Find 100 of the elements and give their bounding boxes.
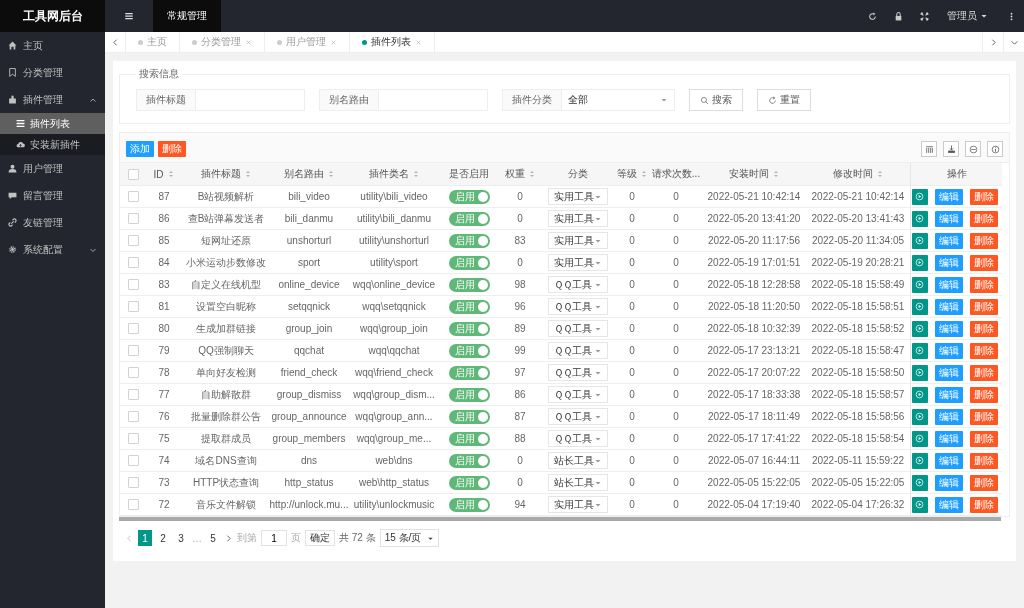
columns-button[interactable] [921,141,937,157]
confirm-button[interactable]: 确定 [305,530,335,546]
delete-button[interactable]: 删除 [969,496,998,513]
delete-button[interactable]: 删除 [969,386,998,403]
delete-button[interactable]: 删除 [969,232,998,249]
toggle-switch[interactable]: 启用 [448,431,490,446]
delete-button[interactable]: 删除 [969,254,998,271]
edit-button[interactable]: 编辑 [934,320,963,337]
delete-button[interactable]: 删除 [969,364,998,381]
edit-button[interactable]: 编辑 [934,430,963,447]
run-button[interactable] [911,474,928,491]
run-button[interactable] [911,386,928,403]
reset-button[interactable]: 重置 [757,89,811,111]
chevron-right-icon[interactable] [224,533,233,543]
run-button[interactable] [911,430,928,447]
toggle-switch[interactable]: 启用 [448,277,490,292]
category-select[interactable]: ＱＱ工具 [548,320,608,337]
edit-button[interactable]: 编辑 [934,408,963,425]
checkbox[interactable] [127,367,139,378]
export-button[interactable] [943,141,959,157]
checkbox[interactable] [127,323,139,334]
toggle-switch[interactable]: 启用 [448,343,490,358]
edit-button[interactable]: 编辑 [934,474,963,491]
edit-button[interactable]: 编辑 [934,188,963,205]
category-select[interactable]: ＱＱ工具 [548,364,608,381]
category-select[interactable]: ＱＱ工具 [548,298,608,315]
checkbox[interactable] [127,279,139,290]
sidebar-item[interactable]: 友链管理 [0,209,105,236]
run-button[interactable] [911,188,928,205]
sidebar-item[interactable]: 用户管理 [0,155,105,182]
page-link[interactable]: 5 [206,530,220,546]
edit-button[interactable]: 编辑 [934,276,963,293]
page-tab[interactable]: 插件列表 [350,32,435,52]
delete-button[interactable]: 删除 [969,298,998,315]
checkbox[interactable] [127,477,139,488]
edit-button[interactable]: 编辑 [934,342,963,359]
nav-tab[interactable]: 常规管理 [153,0,221,32]
checkbox[interactable] [127,213,139,224]
checkbox[interactable] [127,433,139,444]
checkbox[interactable] [127,389,139,400]
category-select[interactable]: ＱＱ工具 [548,276,608,293]
toggle-switch[interactable]: 启用 [448,365,490,380]
toggle-switch[interactable]: 启用 [448,409,490,424]
sidebar-item[interactable]: 主页 [0,32,105,59]
run-button[interactable] [911,210,928,227]
edit-button[interactable]: 编辑 [934,496,963,513]
edit-button[interactable]: 编辑 [934,254,963,271]
refresh-icon[interactable] [867,11,877,21]
edit-button[interactable]: 编辑 [934,452,963,469]
toggle-switch[interactable]: 启用 [448,475,490,490]
delete-button[interactable]: 删除 [969,408,998,425]
edit-button[interactable]: 编辑 [934,364,963,381]
lock-icon[interactable] [893,11,903,21]
print-button[interactable] [965,141,981,157]
category-select[interactable]: 实用工具 [548,254,608,271]
checkbox[interactable] [127,191,139,202]
edit-button[interactable]: 编辑 [934,298,963,315]
page-tab[interactable]: 用户管理 [265,32,350,52]
run-button[interactable] [911,452,928,469]
toggle-switch[interactable]: 启用 [448,189,490,204]
run-button[interactable] [911,320,928,337]
category-select[interactable]: 站长工具 [548,474,608,491]
delete-button[interactable]: 删除 [969,276,998,293]
page-link[interactable]: 1 [138,530,152,546]
category-select[interactable]: 实用工具 [548,188,608,205]
run-button[interactable] [911,276,928,293]
close-icon[interactable] [245,38,252,46]
category-select[interactable]: ＱＱ工具 [548,342,608,359]
delete-button[interactable]: 删除 [969,452,998,469]
checkbox[interactable] [127,168,139,180]
checkbox[interactable] [127,257,139,268]
run-button[interactable] [911,342,928,359]
category-select[interactable]: 站长工具 [548,452,608,469]
sidebar-item[interactable]: 系统配置 [0,236,105,263]
search-button[interactable]: 搜索 [689,89,743,111]
sidebar-item[interactable]: 留言管理 [0,182,105,209]
toggle-switch[interactable]: 启用 [448,299,490,314]
toggle-switch[interactable]: 启用 [448,497,490,512]
delete-button[interactable]: 删除 [969,474,998,491]
page-link[interactable]: 2 [156,530,170,546]
edit-button[interactable]: 编辑 [934,232,963,249]
page-input[interactable]: 1 [261,530,287,546]
submenu-item[interactable]: 插件列表 [0,113,105,134]
delete-button[interactable]: 删除 [158,141,186,157]
checkbox[interactable] [127,455,139,466]
page-size-select[interactable]: 15 条/页 [379,529,440,547]
page-tab[interactable]: 分类管理 [180,32,265,52]
sidebar-item[interactable]: 插件管理 [0,86,105,113]
toggle-switch[interactable]: 启用 [448,211,490,226]
user-menu[interactable]: 管理员 [937,9,998,23]
delete-button[interactable]: 删除 [969,320,998,337]
run-button[interactable] [911,254,928,271]
toggle-switch[interactable]: 启用 [448,321,490,336]
delete-button[interactable]: 删除 [969,188,998,205]
close-icon[interactable] [415,38,422,46]
edit-button[interactable]: 编辑 [934,386,963,403]
chevron-left-icon[interactable] [125,533,134,543]
checkbox[interactable] [127,345,139,356]
info-button[interactable] [987,141,1003,157]
category-select[interactable]: 实用工具 [548,210,608,227]
